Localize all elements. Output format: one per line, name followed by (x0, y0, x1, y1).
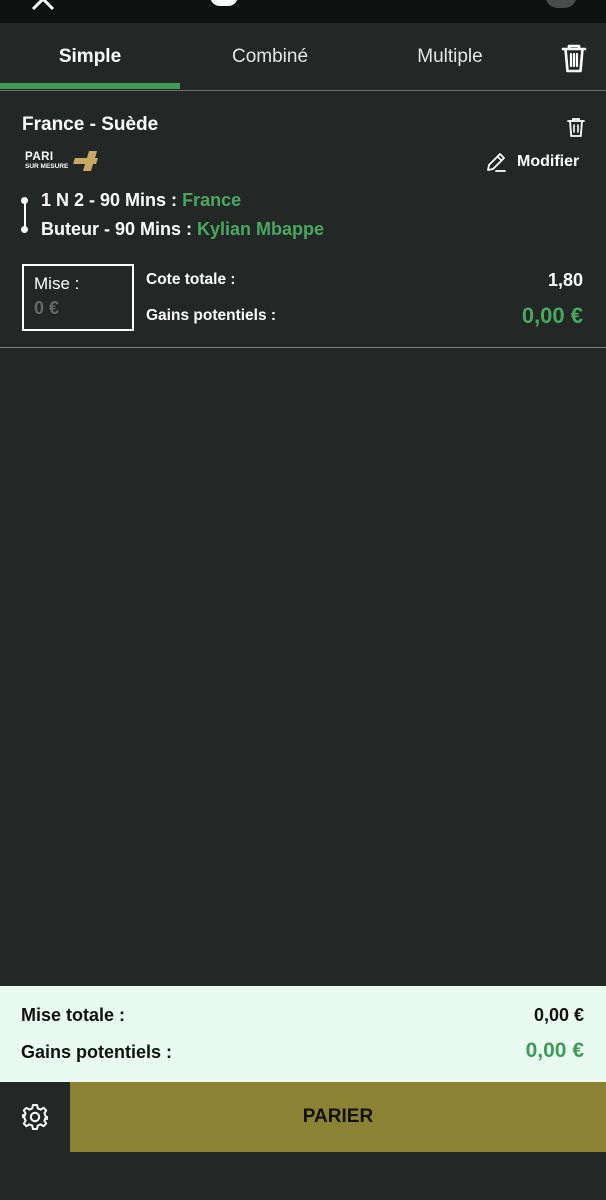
trash-icon[interactable] (556, 40, 592, 76)
settings-button[interactable] (0, 1082, 70, 1152)
tab-multiple[interactable]: Multiple (360, 23, 540, 91)
modify-button[interactable]: Modifier (485, 150, 579, 174)
selection-value: Kylian Mbappe (197, 219, 325, 239)
selection-row: 1 N 2 - 90 Mins : France (41, 190, 241, 211)
match-title: France - Suède (22, 114, 159, 135)
total-gains-label: Gains potentiels : (21, 1042, 173, 1062)
total-stake-value: 0,00 € (533, 1005, 584, 1025)
close-icon[interactable] (30, 0, 56, 12)
timeline-dot (21, 226, 28, 233)
selection-value: France (182, 190, 242, 210)
divider (0, 90, 606, 91)
plus-logo-icon (73, 151, 98, 171)
selection-market: 1 N 2 - 90 Mins : (41, 190, 178, 210)
tab-simple[interactable]: Simple (0, 23, 180, 91)
toggle-knob[interactable] (210, 0, 238, 6)
stake-input[interactable]: Mise : 0 € (22, 264, 134, 331)
divider (0, 347, 606, 348)
gains-label: Gains potentiels : (146, 307, 277, 324)
bet-type-tabs: Simple Combiné Multiple (0, 23, 606, 91)
gains-value: 0,00 € (521, 303, 583, 328)
tab-combine[interactable]: Combiné (180, 23, 360, 91)
gear-icon (22, 1104, 48, 1130)
bottom-action-bar: PARIER (0, 1082, 606, 1152)
pencil-icon (487, 153, 506, 172)
bet-summary: Mise totale : 0,00 € Gains potentiels : … (0, 986, 606, 1082)
odds-label: Cote totale : (146, 271, 236, 288)
modify-label: Modifier (517, 153, 580, 170)
top-app-bar (0, 0, 606, 23)
active-tab-indicator (0, 83, 180, 89)
stake-label: Mise : (34, 274, 80, 293)
selection-row: Buteur - 90 Mins : Kylian Mbappe (41, 219, 324, 240)
selection-market: Buteur - 90 Mins : (41, 219, 193, 239)
avatar[interactable] (545, 0, 577, 8)
odds-value: 1,80 (547, 270, 583, 290)
pari-sur-mesure-logo: PARI SUR MESURE (23, 149, 99, 173)
trash-icon[interactable] (565, 116, 587, 138)
stake-placeholder: 0 € (34, 298, 60, 318)
total-stake-label: Mise totale : (21, 1005, 126, 1025)
bet-card: France - Suède PARI SUR MESURE Modifier … (0, 92, 606, 348)
total-gains-value: 0,00 € (525, 1039, 584, 1062)
place-bet-button[interactable]: PARIER (70, 1082, 606, 1152)
